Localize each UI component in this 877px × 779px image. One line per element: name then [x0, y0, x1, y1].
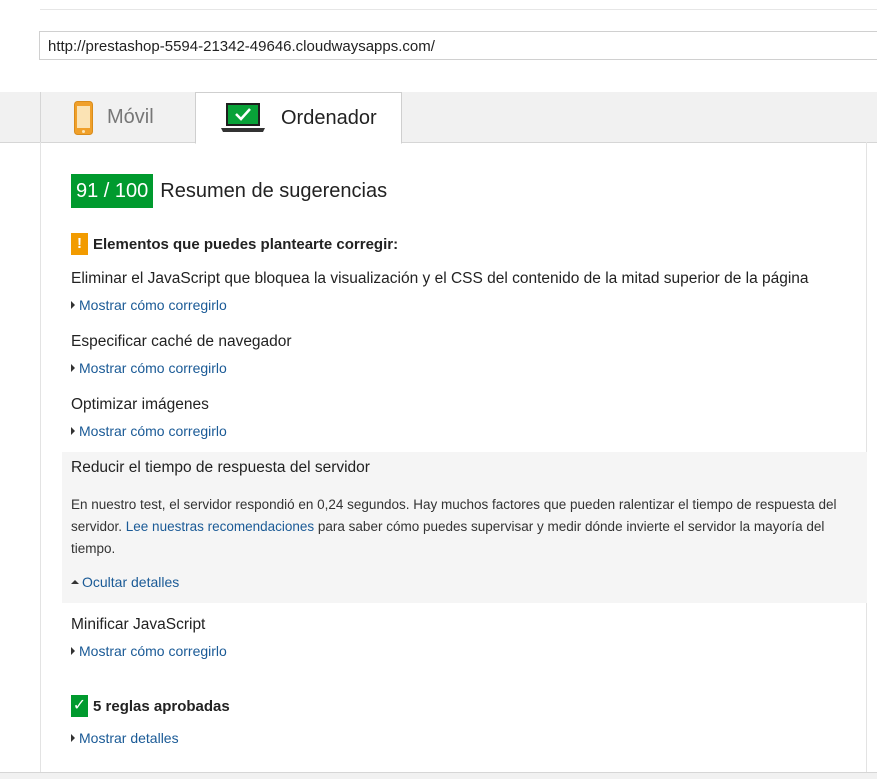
top-divider — [40, 9, 877, 10]
show-fix-link-text: Mostrar cómo corregirlo — [79, 643, 227, 659]
warnings-heading-text: Elementos que puedes plantearte corregir… — [93, 235, 399, 253]
desktop-laptop-icon — [220, 102, 266, 134]
expand-arrow-icon — [71, 301, 75, 309]
collapse-arrow-icon — [71, 580, 79, 584]
show-details-link-text: Mostrar detalles — [79, 730, 179, 746]
tab-mobile-label: Móvil — [107, 106, 154, 128]
warnings-heading: ! Elementos que puedes plantearte correg… — [71, 233, 398, 255]
show-fix-link[interactable]: Mostrar cómo corregirlo — [71, 360, 227, 376]
exclamation-icon: ! — [71, 233, 88, 255]
expand-arrow-icon — [71, 734, 75, 742]
tab-desktop-label: Ordenador — [281, 106, 377, 129]
passed-rules-heading-text: 5 reglas aprobadas — [93, 697, 230, 715]
hide-details-link[interactable]: Ocultar detalles — [71, 574, 179, 590]
summary-title: Resumen de sugerencias — [160, 179, 388, 202]
rule-title: Eliminar el JavaScript que bloquea la vi… — [71, 270, 809, 287]
rule-detail-text: En nuestro test, el servidor respondió e… — [71, 494, 856, 560]
tab-desktop[interactable]: Ordenador — [195, 92, 402, 144]
show-fix-link-text: Mostrar cómo corregirlo — [79, 360, 227, 376]
rule-title: Minificar JavaScript — [71, 616, 206, 633]
expand-arrow-icon — [71, 364, 75, 372]
hide-details-link-text: Ocultar detalles — [82, 574, 180, 590]
tab-mobile[interactable]: Móvil — [40, 92, 196, 143]
bottom-tab-strip — [0, 772, 877, 779]
device-tab-bar: Móvil Ordenador — [0, 92, 877, 144]
url-input[interactable]: http://prestashop-5594-21342-49646.cloud… — [39, 31, 877, 60]
show-fix-link-text: Mostrar cómo corregirlo — [79, 423, 227, 439]
show-fix-link-text: Mostrar cómo corregirlo — [79, 297, 227, 313]
passed-rules-heading: ✓ 5 reglas aprobadas — [71, 695, 230, 717]
show-fix-link[interactable]: Mostrar cómo corregirlo — [71, 643, 227, 659]
rule-title: Especificar caché de navegador — [71, 333, 292, 350]
show-fix-link[interactable]: Mostrar cómo corregirlo — [71, 297, 227, 313]
checkmark-icon: ✓ — [71, 695, 88, 717]
score-summary: 91 / 100 Resumen de sugerencias — [71, 174, 387, 208]
score-badge: 91 / 100 — [71, 174, 154, 208]
recommendations-link[interactable]: Lee nuestras recomendaciones — [126, 519, 314, 534]
show-details-link[interactable]: Mostrar detalles — [71, 730, 179, 746]
show-fix-link[interactable]: Mostrar cómo corregirlo — [71, 423, 227, 439]
rule-title: Optimizar imágenes — [71, 396, 209, 413]
rule-title: Reducir el tiempo de respuesta del servi… — [71, 459, 370, 476]
mobile-phone-icon — [74, 100, 93, 135]
expand-arrow-icon — [71, 427, 75, 435]
expand-arrow-icon — [71, 647, 75, 655]
